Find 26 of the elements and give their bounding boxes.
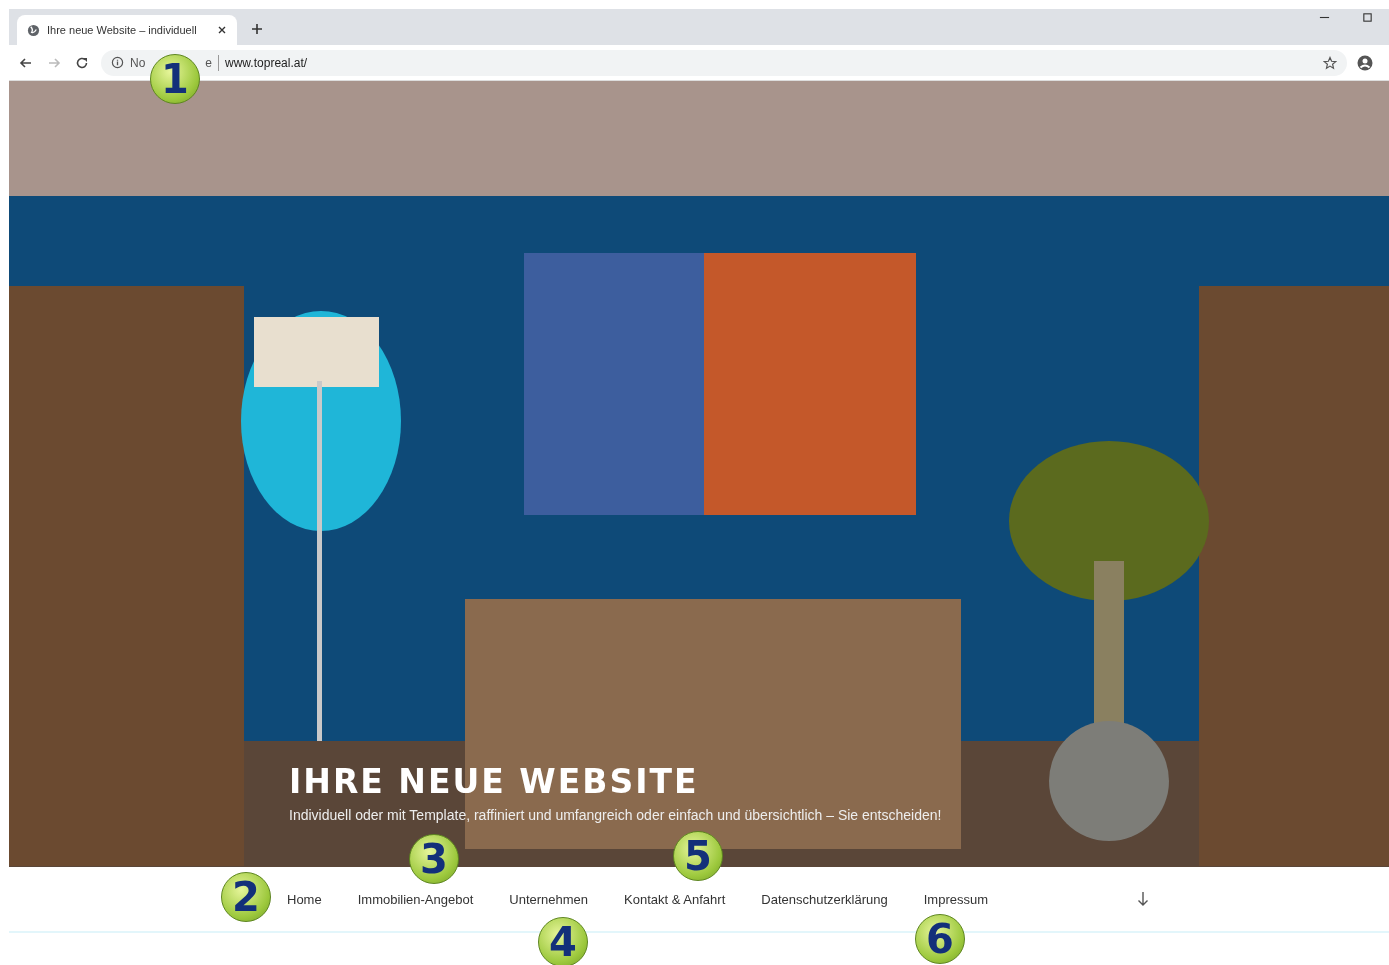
reload-icon[interactable] <box>75 55 89 70</box>
maximize-icon[interactable] <box>1362 12 1373 23</box>
account-icon[interactable] <box>1357 54 1373 71</box>
browser-tab[interactable]: Ihre neue Website – individuell <box>17 15 237 45</box>
nav-link[interactable]: Immobilien-Angebot <box>357 891 474 907</box>
hero-subtitle: Individuell oder mit Template, raffiniert und umfangreich oder einfach und übersichtlich – Sie entscheiden! <box>289 807 942 823</box>
nav-link[interactable]: Unternehmen <box>509 891 589 907</box>
callout-marker: 6 <box>915 914 965 964</box>
globe-icon <box>27 23 40 37</box>
tab-title: Ihre neue Website – individuell <box>47 24 198 36</box>
info-icon <box>111 56 124 69</box>
hero-title: IHRE NEUE WEBSITE <box>289 762 700 801</box>
close-icon[interactable] <box>217 25 227 35</box>
security-text: No <box>130 55 146 70</box>
callout-marker: 4 <box>538 917 588 965</box>
nav-link[interactable]: Impressum <box>923 891 989 907</box>
star-icon[interactable] <box>1323 55 1337 70</box>
nav-link[interactable]: Home <box>287 891 322 907</box>
url-text: www.topreal.at/ <box>225 55 308 70</box>
down-arrow-icon[interactable] <box>1137 891 1149 907</box>
new-tab-icon[interactable] <box>251 23 263 35</box>
back-icon[interactable] <box>19 55 33 70</box>
security-text: e <box>205 55 213 70</box>
nav-link[interactable]: Kontakt & Anfahrt <box>624 891 726 907</box>
nav-link[interactable]: Datenschutzerklärung <box>761 891 888 907</box>
callout-marker: 2 <box>221 872 271 922</box>
